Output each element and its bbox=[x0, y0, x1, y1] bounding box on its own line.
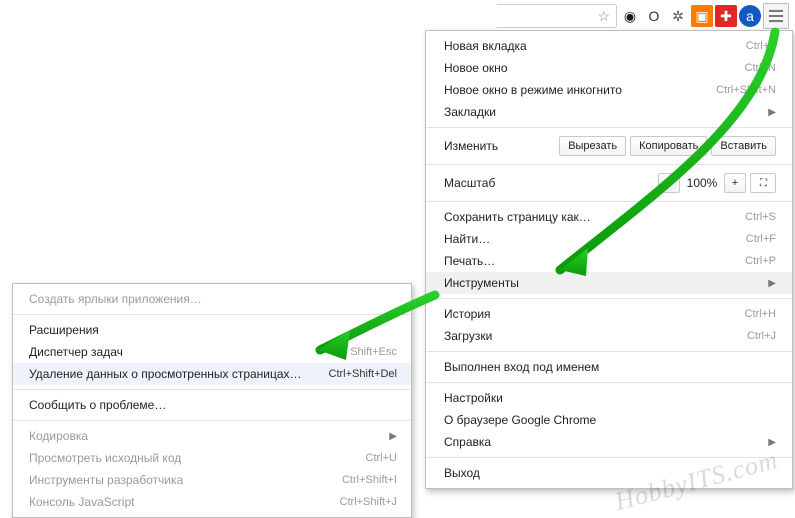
zoom-out-button[interactable]: – bbox=[658, 173, 680, 193]
shortcut: Ctrl+Shift+I bbox=[342, 474, 397, 486]
sub-dev-tools[interactable]: Инструменты разработчика Ctrl+Shift+I bbox=[13, 469, 411, 491]
chevron-right-icon: ▶ bbox=[760, 278, 776, 289]
menu-tools[interactable]: Инструменты ▶ bbox=[426, 272, 792, 294]
main-menu: Новая вкладка Ctrl+T Новое окно Ctrl+N Н… bbox=[425, 30, 793, 489]
copy-button[interactable]: Копировать bbox=[630, 136, 707, 156]
label: Настройки bbox=[444, 391, 503, 405]
menu-settings[interactable]: Настройки bbox=[426, 387, 792, 409]
label: Найти… bbox=[444, 232, 490, 246]
label: Кодировка bbox=[29, 429, 88, 443]
chevron-right-icon: ▶ bbox=[760, 437, 776, 448]
shortcut: Ctrl+T bbox=[746, 40, 776, 52]
separator bbox=[426, 382, 792, 383]
separator bbox=[13, 389, 411, 390]
separator bbox=[13, 420, 411, 421]
label: Сохранить страницу как… bbox=[444, 210, 591, 224]
menu-new-window[interactable]: Новое окно Ctrl+N bbox=[426, 57, 792, 79]
menu-new-tab[interactable]: Новая вкладка Ctrl+T bbox=[426, 35, 792, 57]
sub-extensions[interactable]: Расширения bbox=[13, 319, 411, 341]
zoom-in-button[interactable]: + bbox=[724, 173, 746, 193]
shortcut: Ctrl+Shift+N bbox=[716, 84, 776, 96]
label: Новое окно bbox=[444, 61, 508, 75]
separator bbox=[426, 298, 792, 299]
label: Новая вкладка bbox=[444, 39, 527, 53]
separator bbox=[426, 457, 792, 458]
separator bbox=[426, 127, 792, 128]
shortcut: Ctrl+H bbox=[745, 308, 776, 320]
label: Справка bbox=[444, 435, 491, 449]
menu-save-page[interactable]: Сохранить страницу как… Ctrl+S bbox=[426, 206, 792, 228]
separator bbox=[426, 164, 792, 165]
sub-task-manager[interactable]: Диспетчер задач Shift+Esc bbox=[13, 341, 411, 363]
label: Диспетчер задач bbox=[29, 345, 123, 359]
shortcut: Ctrl+S bbox=[745, 211, 776, 223]
cut-button[interactable]: Вырезать bbox=[559, 136, 626, 156]
menu-edit-row: Изменить Вырезать Копировать Вставить bbox=[426, 132, 792, 160]
label: Удаление данных о просмотренных страница… bbox=[29, 367, 302, 381]
tools-submenu: Создать ярлыки приложения… Расширения Ди… bbox=[12, 283, 412, 518]
label: Создать ярлыки приложения… bbox=[29, 292, 202, 306]
shortcut: Ctrl+N bbox=[745, 62, 776, 74]
ext-eye-icon[interactable]: ◉ bbox=[619, 5, 641, 27]
menu-signed-in[interactable]: Выполнен вход под именем bbox=[426, 356, 792, 378]
menu-help[interactable]: Справка ▶ bbox=[426, 431, 792, 453]
star-icon[interactable]: ☆ bbox=[597, 8, 610, 25]
ext-a-icon[interactable]: a bbox=[739, 5, 761, 27]
menu-history[interactable]: История Ctrl+H bbox=[426, 303, 792, 325]
shortcut: Ctrl+Shift+J bbox=[340, 496, 397, 508]
label: Изменить bbox=[444, 139, 498, 153]
label: Инструменты bbox=[444, 276, 519, 290]
separator bbox=[426, 201, 792, 202]
label: Закладки bbox=[444, 105, 496, 119]
label: Выход bbox=[444, 466, 480, 480]
sub-view-source[interactable]: Просмотреть исходный код Ctrl+U bbox=[13, 447, 411, 469]
label: Сообщить о проблеме… bbox=[29, 398, 166, 412]
menu-about[interactable]: О браузере Google Chrome bbox=[426, 409, 792, 431]
shortcut: Ctrl+F bbox=[746, 233, 776, 245]
sub-create-shortcuts[interactable]: Создать ярлыки приложения… bbox=[13, 288, 411, 310]
label: Масштаб bbox=[444, 176, 495, 190]
label: Просмотреть исходный код bbox=[29, 451, 181, 465]
menu-downloads[interactable]: Загрузки Ctrl+J bbox=[426, 325, 792, 347]
label: Выполнен вход под именем bbox=[444, 360, 599, 374]
fullscreen-button[interactable]: ⛶ bbox=[750, 173, 776, 193]
browser-toolbar: ☆ ◉O✲▣✚a bbox=[495, 2, 791, 30]
sub-encoding[interactable]: Кодировка ▶ bbox=[13, 425, 411, 447]
chevron-right-icon: ▶ bbox=[381, 431, 397, 442]
separator bbox=[13, 314, 411, 315]
menu-bookmarks[interactable]: Закладки ▶ bbox=[426, 101, 792, 123]
sub-js-console[interactable]: Консоль JavaScript Ctrl+Shift+J bbox=[13, 491, 411, 513]
label: Новое окно в режиме инкогнито bbox=[444, 83, 622, 97]
shortcut: Ctrl+U bbox=[366, 452, 397, 464]
sub-clear-browsing-data[interactable]: Удаление данных о просмотренных страница… bbox=[13, 363, 411, 385]
menu-exit[interactable]: Выход bbox=[426, 462, 792, 484]
menu-button[interactable] bbox=[763, 3, 789, 29]
menu-find[interactable]: Найти… Ctrl+F bbox=[426, 228, 792, 250]
label: Консоль JavaScript bbox=[29, 495, 134, 509]
shortcut: Shift+Esc bbox=[350, 346, 397, 358]
menu-print[interactable]: Печать… Ctrl+P bbox=[426, 250, 792, 272]
zoom-value: 100% bbox=[684, 176, 720, 190]
menu-zoom-row: Масштаб – 100% + ⛶ bbox=[426, 169, 792, 197]
ext-rss-icon[interactable]: ▣ bbox=[691, 5, 713, 27]
shortcut: Ctrl+Shift+Del bbox=[329, 368, 397, 380]
label: История bbox=[444, 307, 491, 321]
shortcut: Ctrl+P bbox=[745, 255, 776, 267]
menu-incognito[interactable]: Новое окно в режиме инкогнито Ctrl+Shift… bbox=[426, 79, 792, 101]
ext-bug-icon[interactable]: ✲ bbox=[667, 5, 689, 27]
omnibox-tail[interactable]: ☆ bbox=[497, 4, 617, 28]
label: Расширения bbox=[29, 323, 99, 337]
label: О браузере Google Chrome bbox=[444, 413, 596, 427]
shortcut: Ctrl+J bbox=[747, 330, 776, 342]
paste-button[interactable]: Вставить bbox=[711, 136, 776, 156]
label: Загрузки bbox=[444, 329, 492, 343]
separator bbox=[426, 351, 792, 352]
label: Инструменты разработчика bbox=[29, 473, 183, 487]
ext-plus-icon[interactable]: ✚ bbox=[715, 5, 737, 27]
chevron-right-icon: ▶ bbox=[760, 107, 776, 118]
ext-opera-icon[interactable]: O bbox=[643, 5, 665, 27]
sub-report-issue[interactable]: Сообщить о проблеме… bbox=[13, 394, 411, 416]
label: Печать… bbox=[444, 254, 495, 268]
